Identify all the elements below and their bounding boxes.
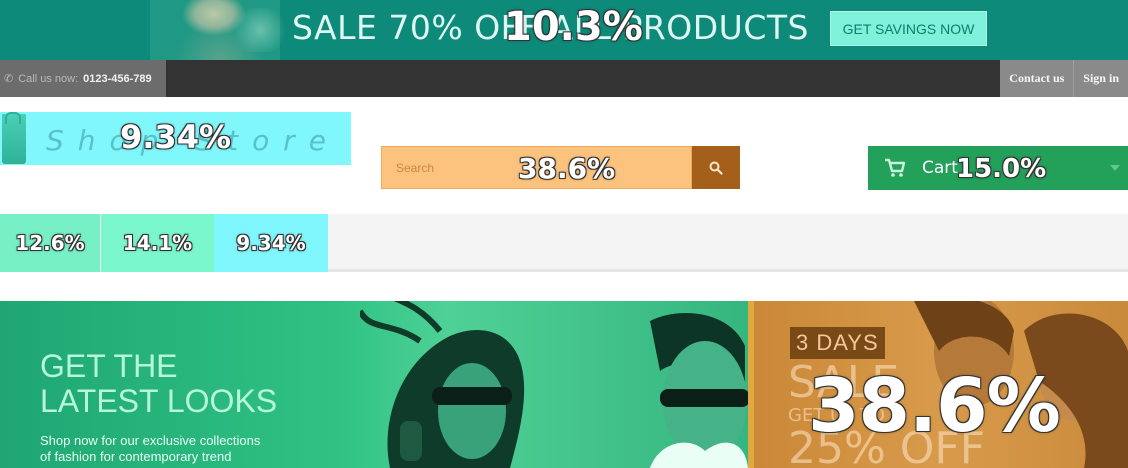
cart-button[interactable]: Cart 15.0%: [868, 146, 1128, 190]
promo-glow: [230, 8, 290, 52]
category-item-2[interactable]: 14.1%: [101, 214, 214, 272]
hero-subtext-line2: of fashion for contemporary trend: [40, 449, 232, 464]
get-savings-button[interactable]: GET SAVINGS NOW: [830, 11, 987, 46]
account-links: Contact us Sign in: [1000, 60, 1128, 97]
search-icon: [709, 161, 723, 175]
hero-subtext: Shop now for our exclusive collections o…: [40, 433, 260, 465]
hero-percent-label: 38.6%: [808, 363, 1061, 449]
top-bar: ✆ Call us now: 0123-456-789 Contact us S…: [0, 60, 1128, 97]
hero-couple-image: [360, 301, 748, 468]
promo-percent-label: 10.3%: [504, 4, 643, 50]
phone-icon: ✆: [4, 73, 14, 85]
contact-us-link[interactable]: Contact us: [1000, 60, 1074, 97]
category-item-3[interactable]: 9.34%: [214, 214, 328, 272]
hero-headline: GET THE LATEST LOOKS: [40, 349, 277, 419]
call-label: Call us now:: [18, 72, 79, 85]
sign-in-link[interactable]: Sign in: [1073, 60, 1128, 97]
hero-headline-line1: GET THE: [40, 348, 178, 384]
hero-main-slide[interactable]: GET THE LATEST LOOKS Shop now for our ex…: [0, 301, 748, 468]
hero-slider[interactable]: GET THE LATEST LOOKS Shop now for our ex…: [0, 301, 1128, 468]
cart-percent-label: 15.0%: [956, 154, 1047, 184]
category-percent-label: 12.6%: [15, 231, 85, 255]
phone-number: 0123-456-789: [83, 72, 152, 85]
category-item-1[interactable]: 12.6%: [0, 214, 100, 272]
hero-headline-line2: LATEST LOOKS: [40, 383, 278, 419]
promo-banner[interactable]: SALE 70% OFF ALL PRODUCTS GET SAVINGS NO…: [0, 0, 1128, 60]
chevron-down-icon: [1110, 165, 1120, 171]
search-percent-label: 38.6%: [518, 152, 616, 185]
category-menu: 12.6% 14.1% 9.34%: [0, 214, 1128, 272]
search-button[interactable]: [692, 146, 740, 189]
call-us: ✆ Call us now: 0123-456-789: [0, 60, 166, 97]
category-percent-label: 9.34%: [236, 231, 306, 255]
hero-subtext-line1: Shop now for our exclusive collections: [40, 433, 261, 448]
logo-percent-label: 9.34%: [120, 118, 232, 156]
cart-icon: [885, 158, 906, 177]
three-days-badge: 3 DAYS: [790, 327, 885, 359]
category-percent-label: 14.1%: [122, 231, 193, 255]
search-bar: 38.6%: [381, 146, 740, 189]
site-logo[interactable]: Shop Store 9.34%: [0, 112, 351, 165]
shopping-bag-icon: [2, 112, 26, 164]
cart-label: Cart: [922, 158, 958, 178]
